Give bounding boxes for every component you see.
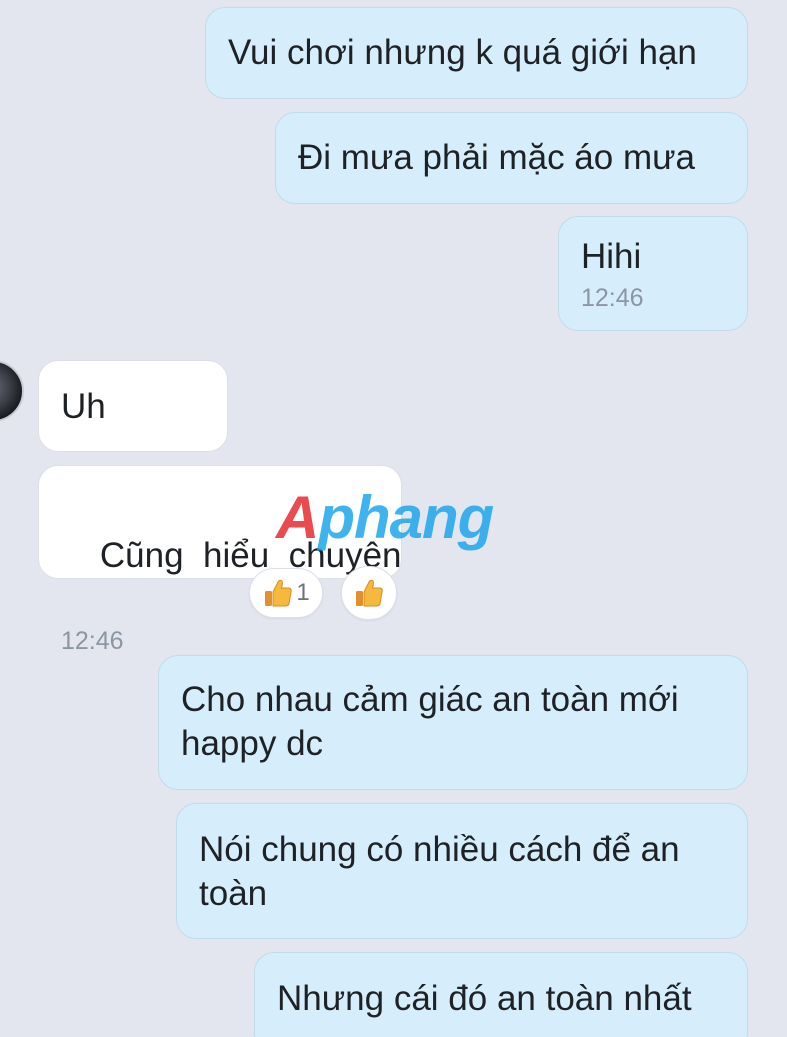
- message-timestamp: 12:46: [61, 627, 124, 655]
- message-bubble-outgoing[interactable]: Vui chơi nhưng k quá giới hạn: [205, 7, 748, 99]
- message-text: Nói chung có nhiều cách để an toàn: [199, 830, 680, 913]
- thumbs-up-icon: [356, 579, 383, 607]
- message-text: Cho nhau cảm giác an toàn mới happy dc: [181, 680, 679, 763]
- message-bubble-outgoing[interactable]: Cho nhau cảm giác an toàn mới happy dc: [158, 655, 748, 790]
- reaction-summary-badge[interactable]: 1: [249, 568, 323, 618]
- message-text: Nhưng cái đó an toàn nhất: [277, 979, 692, 1018]
- message-bubble-outgoing[interactable]: Đi mưa phải mặc áo mưa: [275, 112, 748, 204]
- message-bubble-incoming[interactable]: Uh: [38, 360, 228, 452]
- message-text: Hihi: [581, 237, 642, 276]
- message-timestamp: 12:46: [581, 284, 644, 312]
- message-bubble-outgoing[interactable]: Hihi 12:46: [558, 216, 748, 331]
- contact-avatar[interactable]: [0, 360, 24, 422]
- message-text: Đi mưa phải mặc áo mưa: [298, 138, 695, 177]
- reaction-count: 1: [296, 579, 310, 606]
- chat-conversation: Vui chơi nhưng k quá giới hạn Đi mưa phả…: [0, 0, 787, 1037]
- message-bubble-incoming[interactable]: Cũng hiểu chuyện 12:46: [38, 465, 402, 655]
- message-bubble-outgoing[interactable]: Nói chung có nhiều cách để an toàn: [176, 803, 748, 939]
- message-bubble-outgoing[interactable]: Nhưng cái đó an toàn nhất: [254, 952, 748, 1037]
- thumbs-up-icon: [265, 579, 293, 607]
- add-reaction-button[interactable]: [341, 566, 397, 620]
- message-text: Uh: [61, 387, 106, 426]
- message-text: Vui chơi nhưng k quá giới hạn: [228, 33, 697, 72]
